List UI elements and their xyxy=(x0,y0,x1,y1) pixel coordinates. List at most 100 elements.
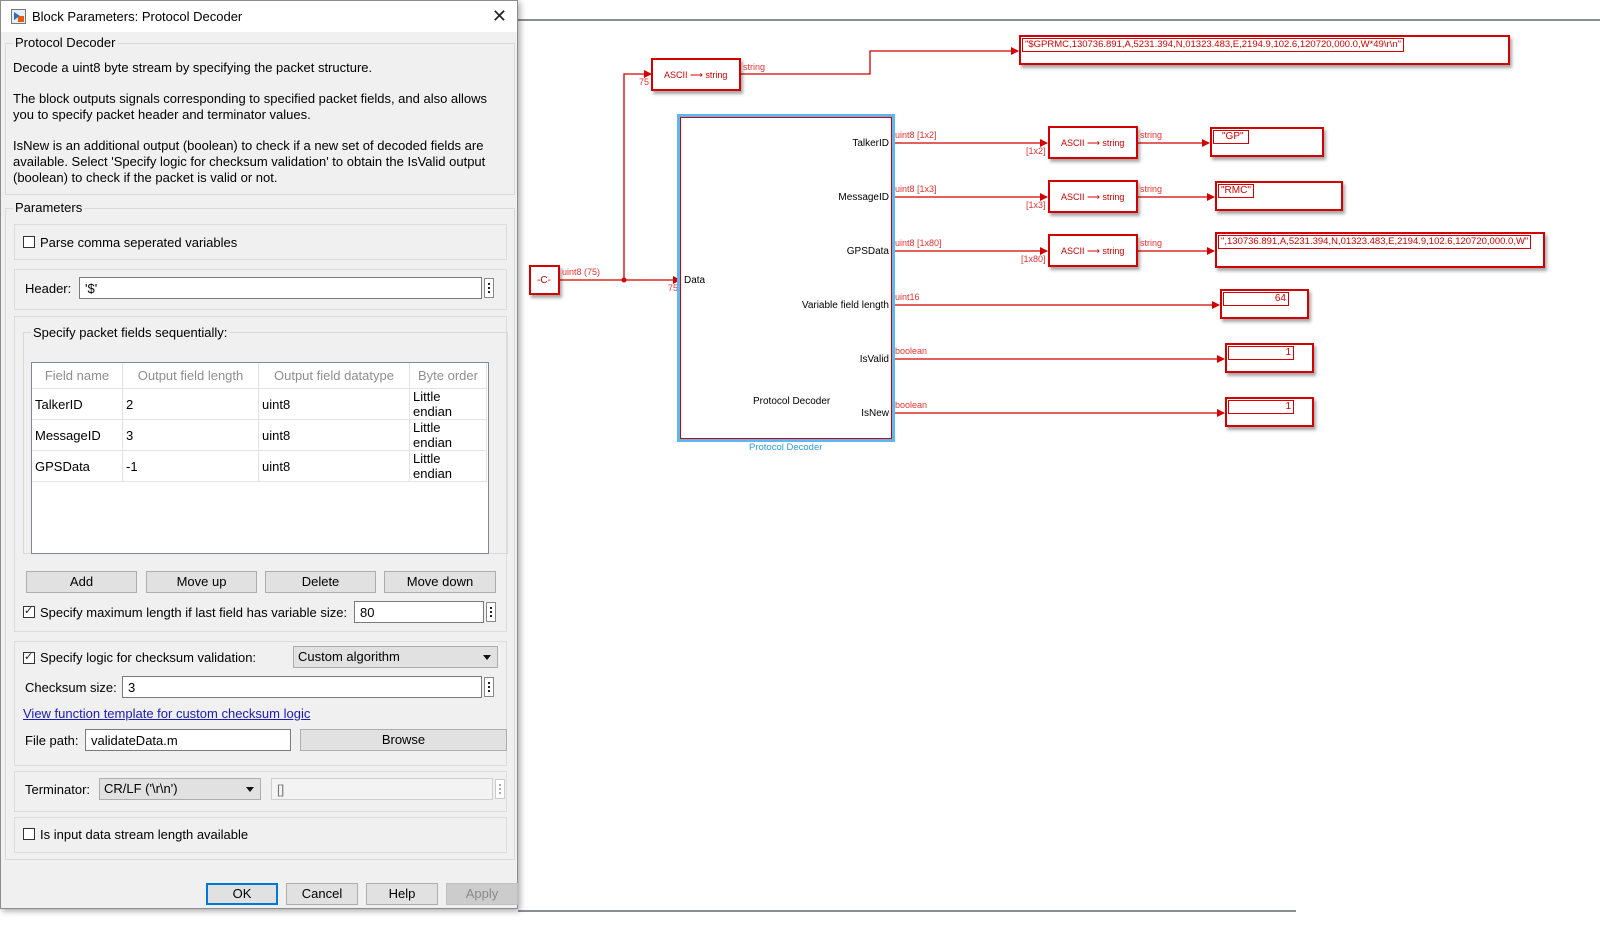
display-variable-field-length[interactable]: 64 xyxy=(1220,289,1309,319)
delete-field-button[interactable]: Delete xyxy=(265,571,376,593)
ascii-to-string-block-talkerid[interactable]: ASCII ⟶ string xyxy=(1048,126,1138,159)
dialog-title: Block Parameters: Protocol Decoder xyxy=(32,9,243,24)
table-row[interactable]: MessageID 3 uint8 Little endian xyxy=(32,419,487,451)
table-header-row: Field name Output field length Output fi… xyxy=(32,363,487,389)
checksum-algorithm-value: Custom algorithm xyxy=(298,649,400,664)
terminator-more-options-icon xyxy=(495,779,505,799)
column-header-output-length[interactable]: Output field length xyxy=(122,363,259,389)
ascii-to-string-block-gpsdata[interactable]: ASCII ⟶ string xyxy=(1048,234,1138,267)
header-input[interactable]: '$' xyxy=(79,277,482,299)
checksum-label: Specify logic for checksum validation: xyxy=(40,650,257,665)
header-label: Header: xyxy=(25,281,72,296)
checksum-size-label: Checksum size: xyxy=(25,680,117,695)
checksum-checkbox[interactable] xyxy=(23,650,35,664)
display-gpsdata[interactable]: ",130736.891,A,5231.394,N,01323.483,E,21… xyxy=(1215,232,1545,268)
constant-signal-label: uint8 (75) xyxy=(562,267,601,277)
cell-datatype[interactable]: uint8 xyxy=(258,450,410,482)
table-row[interactable]: GPSData -1 uint8 Little endian xyxy=(32,450,487,482)
constant-block-label: -C- xyxy=(537,275,551,286)
add-field-button[interactable]: Add xyxy=(26,571,137,593)
checksum-size-input[interactable]: 3 xyxy=(122,676,482,698)
apply-button: Apply xyxy=(446,883,518,905)
cell-field-name[interactable]: GPSData xyxy=(32,450,123,482)
dim-talkerid: [1x2] xyxy=(1026,146,1046,156)
display-raw-value: "$GPRMC,130736.891,A,5231.394,N,01323.48… xyxy=(1022,38,1404,52)
signal-label-isnew: boolean xyxy=(895,400,928,410)
cell-output-length[interactable]: 3 xyxy=(122,419,259,451)
column-header-byte-order[interactable]: Byte order xyxy=(409,363,487,389)
display-messageid[interactable]: "RMC" xyxy=(1215,181,1343,211)
terminator-dropdown[interactable]: CR/LF ('\r\n') xyxy=(99,778,261,800)
signal-label-talkerid: uint8 [1x2] xyxy=(895,130,937,140)
terminator-custom-input: [] xyxy=(271,778,493,800)
cancel-button[interactable]: Cancel xyxy=(286,883,358,905)
column-header-datatype[interactable]: Output field datatype xyxy=(258,363,410,389)
ok-button[interactable]: OK xyxy=(206,883,278,905)
ascii-input-dim: 75 xyxy=(639,77,650,87)
parse-csv-label: Parse comma seperated variables xyxy=(40,235,238,250)
checksum-algorithm-dropdown[interactable]: Custom algorithm xyxy=(293,646,498,668)
max-length-input[interactable]: 80 xyxy=(354,601,484,623)
protocol-decoder-block[interactable] xyxy=(680,117,892,439)
simulink-block-icon xyxy=(11,9,26,24)
header-more-options-icon[interactable] xyxy=(484,278,494,298)
description-line-1: Decode a uint8 byte stream by specifying… xyxy=(13,60,373,75)
wire-branch-to-ascii xyxy=(623,70,652,280)
display-talkerid[interactable]: "GP" xyxy=(1210,127,1324,157)
dim-gpsdata: [1x80] xyxy=(1021,254,1046,264)
browse-button[interactable]: Browse xyxy=(300,729,507,751)
port-messageid: MessageID xyxy=(838,192,889,203)
cell-byte-order[interactable]: Little endian xyxy=(409,419,487,451)
file-path-input[interactable]: validateData.m xyxy=(85,729,291,751)
port-talkerid: TalkerID xyxy=(852,138,889,149)
display-raw-sentence[interactable]: "$GPRMC,130736.891,A,5231.394,N,01323.48… xyxy=(1019,35,1510,65)
stream-length-checkbox[interactable] xyxy=(23,828,35,840)
max-length-checkbox[interactable] xyxy=(23,604,35,618)
max-length-more-options-icon[interactable] xyxy=(486,602,496,622)
string-label-gpsdata: string xyxy=(1140,238,1163,248)
cell-output-length[interactable]: -1 xyxy=(122,450,259,482)
cell-output-length[interactable]: 2 xyxy=(122,388,259,420)
terminator-label: Terminator: xyxy=(25,782,91,797)
parse-csv-checkbox[interactable] xyxy=(23,236,35,248)
decoder-input-port-data: Data xyxy=(684,275,706,286)
wire-ascii-to-raw-display xyxy=(741,47,1019,75)
display-isnew-value: 1 xyxy=(1228,400,1294,414)
move-down-button[interactable]: Move down xyxy=(384,571,496,593)
cell-field-name[interactable]: TalkerID xyxy=(32,388,123,420)
table-row[interactable]: TalkerID 2 uint8 Little endian xyxy=(32,388,487,420)
display-isvalid[interactable]: 1 xyxy=(1225,343,1314,373)
display-messageid-value: "RMC" xyxy=(1218,184,1254,198)
block-parameters-dialog: Block Parameters: Protocol Decoder ✕ Pro… xyxy=(0,0,518,909)
protocol-decoder-selection[interactable] xyxy=(677,114,895,442)
cell-byte-order[interactable]: Little endian xyxy=(409,388,487,420)
raw-string-signal-label: string xyxy=(743,62,766,72)
cell-datatype[interactable]: uint8 xyxy=(258,419,410,451)
display-isnew[interactable]: 1 xyxy=(1225,397,1314,427)
port-isvalid: IsValid xyxy=(859,354,889,365)
help-button[interactable]: Help xyxy=(366,883,438,905)
signal-label-gpsdata: uint8 [1x80] xyxy=(895,238,942,248)
ascii-to-string-block-messageid[interactable]: ASCII ⟶ string xyxy=(1048,180,1138,213)
constant-block[interactable]: -C- xyxy=(529,265,560,295)
cell-field-name[interactable]: MessageID xyxy=(32,419,123,451)
cell-datatype[interactable]: uint8 xyxy=(258,388,410,420)
port-isnew: IsNew xyxy=(861,408,889,419)
decoder-block-name[interactable]: Protocol Decoder xyxy=(749,442,822,453)
close-icon[interactable]: ✕ xyxy=(492,6,507,27)
ascii-to-string-block-raw[interactable]: ASCII ⟶ string xyxy=(651,58,741,91)
file-path-label: File path: xyxy=(25,733,79,748)
terminator-selected-value: CR/LF ('\r\n') xyxy=(104,781,178,796)
description-line-3: IsNew is an additional output (boolean) … xyxy=(13,138,486,185)
ascii-block-label: ASCII ⟶ string xyxy=(664,70,728,80)
chevron-down-icon xyxy=(246,787,254,792)
cell-byte-order[interactable]: Little endian xyxy=(409,450,487,482)
packet-fields-table[interactable]: Field name Output field length Output fi… xyxy=(31,362,489,554)
column-header-field-name[interactable]: Field name xyxy=(32,363,123,389)
checksum-size-more-options-icon[interactable] xyxy=(484,677,494,697)
move-up-button[interactable]: Move up xyxy=(146,571,257,593)
dialog-titlebar[interactable]: Block Parameters: Protocol Decoder ✕ xyxy=(1,1,517,32)
signal-label-messageid: uint8 [1x3] xyxy=(895,184,937,194)
view-template-link[interactable]: View function template for custom checks… xyxy=(23,706,310,721)
ascii-block-label: ASCII ⟶ string xyxy=(1061,246,1125,256)
